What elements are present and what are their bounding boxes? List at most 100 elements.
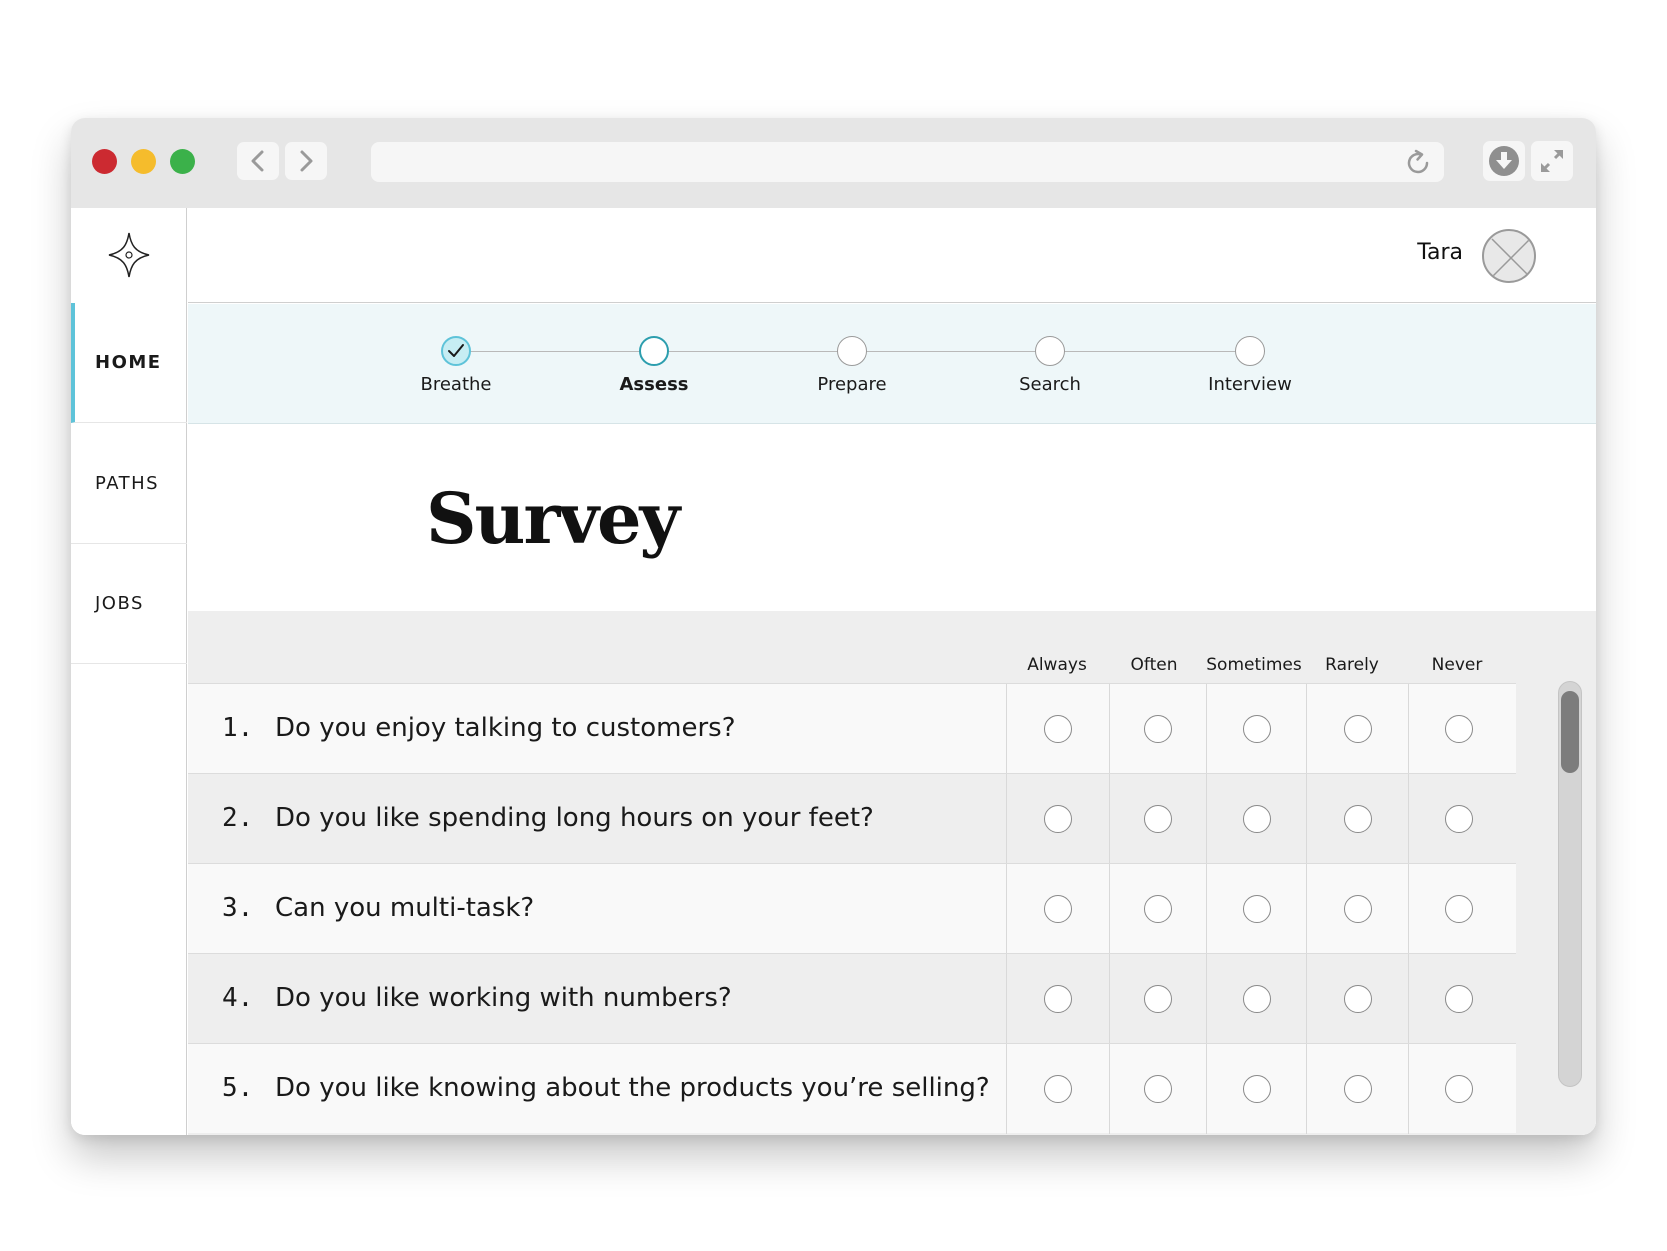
app-content: HOME PATHS JOBS Tara Breathe Assess Prep… [71,208,1596,1135]
answer-cell [1408,954,1516,1044]
radio-rarely[interactable] [1344,715,1372,743]
radio-always[interactable] [1044,805,1072,833]
scrollbar[interactable] [1558,681,1582,1087]
step-prepare[interactable]: Prepare [772,336,932,395]
survey-column-headers: Always Often Sometimes Rarely Never [188,655,1596,683]
question-number: 2. [222,803,254,833]
chevron-right-icon [300,150,313,172]
table-row: 1. Do you enjoy talking to customers? [188,683,1516,774]
radio-rarely[interactable] [1344,805,1372,833]
radio-often[interactable] [1144,985,1172,1013]
back-button[interactable] [237,142,279,180]
radio-sometimes[interactable] [1243,805,1271,833]
radio-never[interactable] [1445,715,1473,743]
step-label: Assess [619,374,689,395]
step-label: Breathe [420,374,492,395]
expand-icon [1540,149,1564,173]
avatar-placeholder-icon [1491,238,1531,278]
answer-cell [1408,864,1516,954]
step-search[interactable]: Search [970,336,1130,395]
answer-cell [1206,954,1306,1044]
radio-always[interactable] [1044,1075,1072,1103]
question-number: 5. [222,1073,254,1103]
radio-sometimes[interactable] [1243,985,1271,1013]
forward-button[interactable] [285,142,327,180]
answer-cell [1408,774,1516,864]
step-indicator [1235,336,1265,366]
page-title: Survey [426,477,680,560]
answer-cell [1306,1044,1408,1134]
answer-cell [1109,954,1206,1044]
column-header-never: Never [1431,655,1483,675]
step-label: Prepare [817,374,887,395]
answer-cell [1408,1044,1516,1134]
user-name[interactable]: Tara [1417,240,1463,265]
browser-window: HOME PATHS JOBS Tara Breathe Assess Prep… [71,118,1596,1135]
column-header-rarely: Rarely [1325,655,1379,675]
browser-titlebar [71,118,1596,208]
radio-often[interactable] [1144,1075,1172,1103]
logo[interactable] [71,208,187,302]
avatar[interactable] [1482,229,1536,283]
answer-cell [1306,684,1408,774]
download-button[interactable] [1483,141,1525,181]
radio-always[interactable] [1044,985,1072,1013]
address-bar[interactable] [371,142,1444,182]
download-icon [1489,146,1519,176]
question-number: 3. [222,893,254,923]
radio-sometimes[interactable] [1243,1075,1271,1103]
step-done-indicator [441,336,471,366]
minimize-window-button[interactable] [131,149,156,174]
question-text: Do you like knowing about the products y… [275,1073,990,1103]
radio-often[interactable] [1144,805,1172,833]
radio-always[interactable] [1044,715,1072,743]
radio-never[interactable] [1445,805,1473,833]
radio-often[interactable] [1144,895,1172,923]
radio-always[interactable] [1044,895,1072,923]
step-assess[interactable]: Assess [574,336,734,395]
radio-often[interactable] [1144,715,1172,743]
step-interview[interactable]: Interview [1170,336,1330,395]
close-window-button[interactable] [92,149,117,174]
question-text: Can you multi-task? [275,893,535,923]
sidebar-item-home[interactable]: HOME [71,303,187,423]
radio-sometimes[interactable] [1243,715,1271,743]
maximize-window-button[interactable] [170,149,195,174]
progress-stepper: Breathe Assess Prepare Search Interview [188,304,1596,424]
answer-cell [1109,1044,1206,1134]
chevron-left-icon [251,150,264,172]
radio-rarely[interactable] [1344,895,1372,923]
answer-cell [1206,864,1306,954]
answer-cell [1109,774,1206,864]
sidebar-item-jobs[interactable]: JOBS [71,544,187,664]
reload-icon[interactable] [1402,147,1434,179]
table-row: 2. Do you like spending long hours on yo… [188,773,1516,864]
sidebar: HOME PATHS JOBS [71,208,187,1135]
step-current-indicator [639,336,669,366]
sidebar-item-paths[interactable]: PATHS [71,424,187,544]
scrollbar-thumb[interactable] [1561,691,1579,773]
answer-cell [1306,774,1408,864]
radio-rarely[interactable] [1344,985,1372,1013]
radio-never[interactable] [1445,895,1473,923]
answer-cell [1206,1044,1306,1134]
top-bar: Tara [188,208,1596,303]
four-point-star-icon [108,232,150,278]
step-indicator [1035,336,1065,366]
question-number: 4. [222,983,254,1013]
radio-never[interactable] [1445,985,1473,1013]
answer-cell [1206,774,1306,864]
step-label: Search [1019,374,1081,395]
step-breathe[interactable]: Breathe [376,336,536,395]
table-row: 3. Can you multi-task? [188,863,1516,954]
answer-cell [1109,864,1206,954]
radio-sometimes[interactable] [1243,895,1271,923]
radio-never[interactable] [1445,1075,1473,1103]
survey-rows: 1. Do you enjoy talking to customers? 2.… [188,683,1516,1134]
answer-cell [1109,684,1206,774]
step-indicator [837,336,867,366]
answer-cell [1006,774,1109,864]
question-text: Do you like spending long hours on your … [275,803,874,833]
radio-rarely[interactable] [1344,1075,1372,1103]
expand-button[interactable] [1531,141,1573,181]
